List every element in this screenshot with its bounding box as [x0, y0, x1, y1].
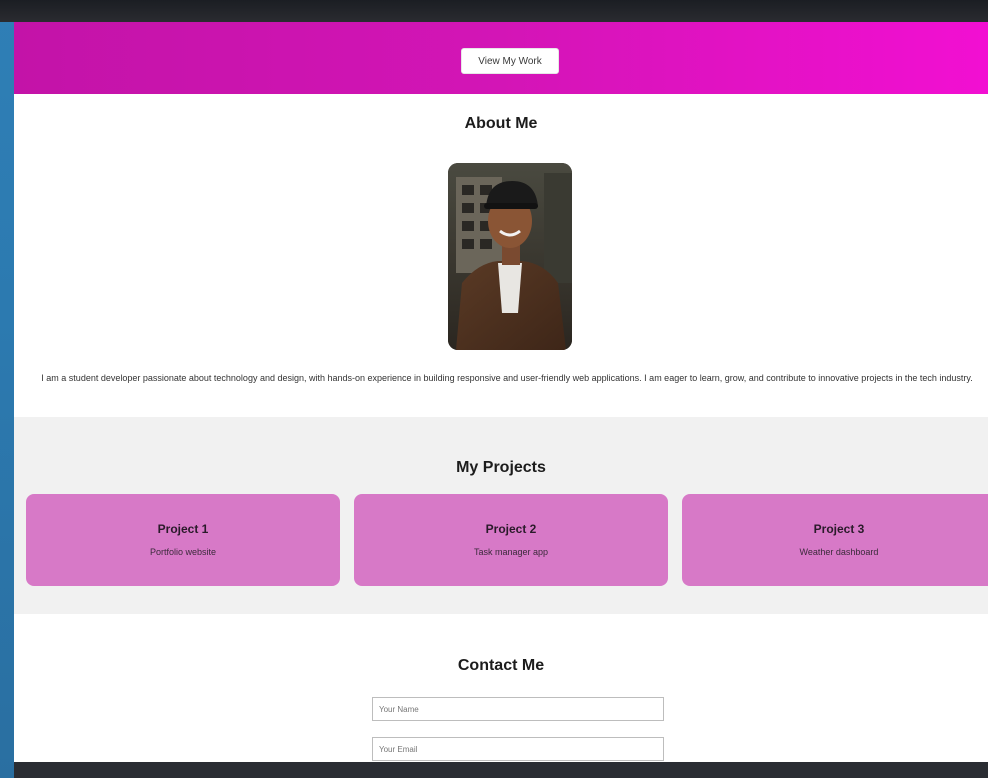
project-description: Task manager app	[473, 547, 549, 557]
projects-title: My Projects	[456, 459, 546, 476]
contact-title: Contact Me	[457, 657, 545, 674]
profile-photo	[448, 163, 572, 350]
project-title: Project 2	[485, 522, 537, 536]
projects-section: My Projects Project 1 Portfolio website …	[14, 417, 988, 614]
about-description: I am a student developer passionate abou…	[41, 373, 973, 383]
view-my-work-button[interactable]: View My Work	[461, 48, 559, 74]
about-title: About Me	[464, 115, 538, 132]
screen-frame-top	[0, 0, 988, 22]
project-description: Portfolio website	[149, 547, 217, 557]
screen-frame-left	[0, 0, 14, 778]
contact-section: Contact Me	[14, 614, 988, 762]
screen-frame-bottom	[14, 762, 988, 778]
portfolio-page: View My Work About Me I am a student dev…	[14, 22, 988, 762]
project-description: Weather dashboard	[799, 547, 879, 557]
hero-banner: View My Work	[14, 22, 988, 94]
email-field[interactable]	[372, 737, 664, 761]
project-title: Project 1	[157, 522, 209, 536]
project-card-3[interactable]: Project 3 Weather dashboard	[682, 494, 988, 586]
about-section: About Me I am a student developer passio…	[14, 94, 988, 417]
project-card-2[interactable]: Project 2 Task manager app	[354, 494, 668, 586]
project-card-1[interactable]: Project 1 Portfolio website	[26, 494, 340, 586]
project-title: Project 3	[813, 522, 865, 536]
name-field[interactable]	[372, 697, 664, 721]
